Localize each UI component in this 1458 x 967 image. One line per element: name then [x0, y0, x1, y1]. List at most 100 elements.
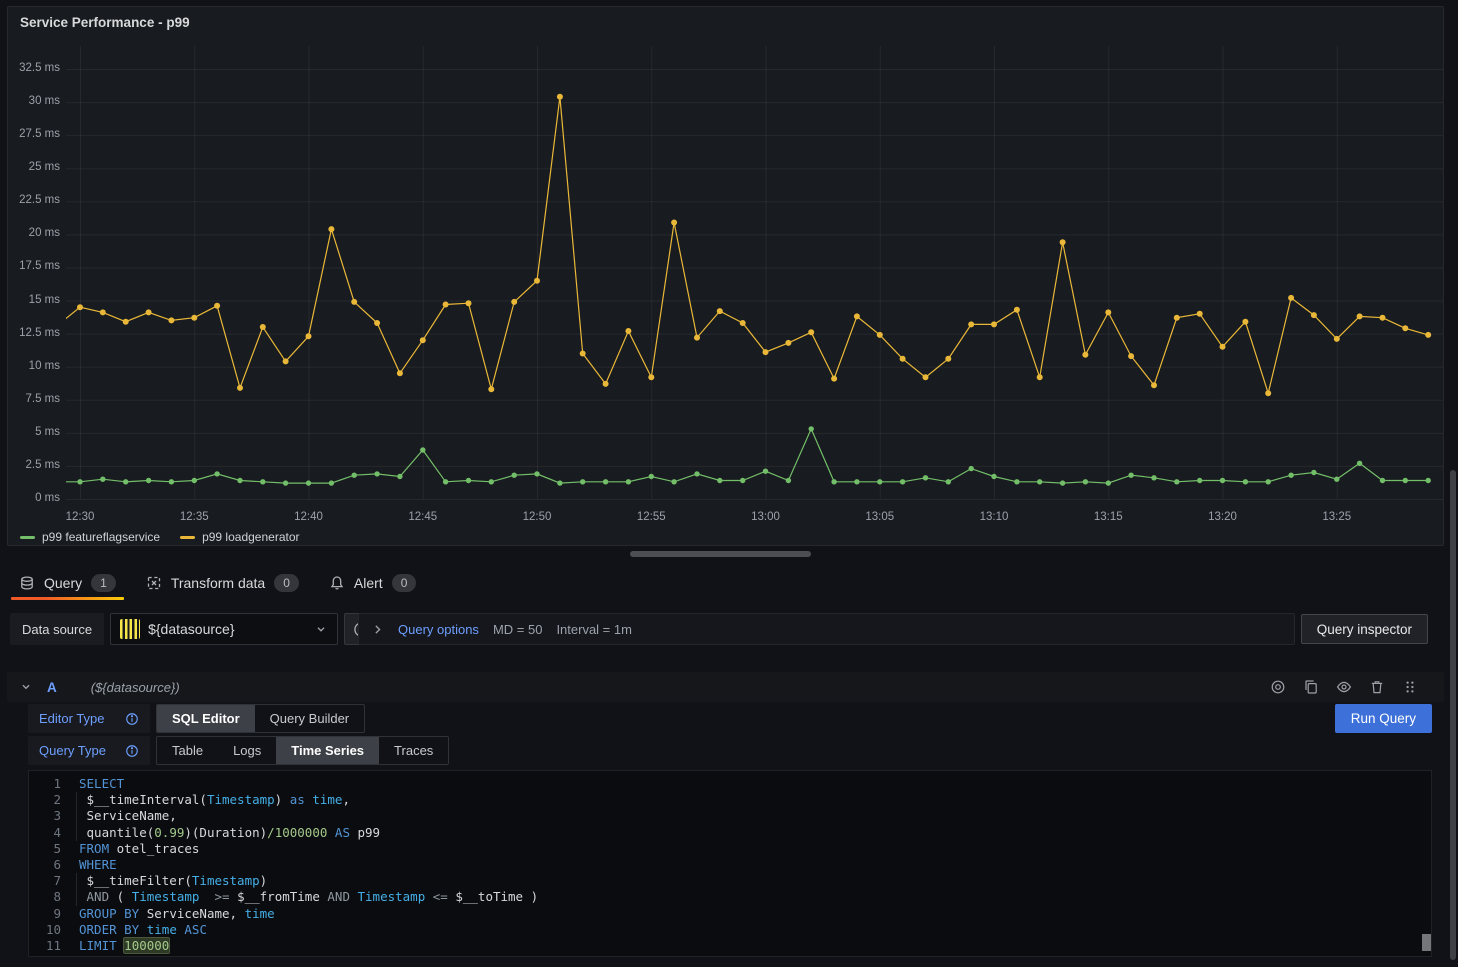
sql-code: 1SELECT2 $__timeInterval(Timestamp) as t…	[29, 776, 1431, 954]
y-axis-label: 32.5 ms	[8, 62, 60, 74]
editor-type-label: Editor Type	[39, 711, 105, 726]
tab-query[interactable]: Query 1	[9, 566, 126, 600]
y-axis-label: 20 ms	[8, 227, 60, 239]
line-number: 2	[29, 792, 79, 808]
target-icon[interactable]	[1270, 679, 1286, 695]
line-number: 8	[29, 889, 79, 905]
query-actions	[1270, 679, 1418, 695]
y-axis-label: 7.5 ms	[8, 393, 60, 405]
x-axis-label: 13:10	[962, 511, 1026, 523]
line-number: 7	[29, 873, 79, 889]
trash-icon[interactable]	[1369, 679, 1385, 695]
copy-icon[interactable]	[1303, 679, 1319, 695]
y-axis-label: 10 ms	[8, 360, 60, 372]
sql-line: 1SELECT	[29, 776, 1431, 792]
sql-code-editor[interactable]: 1SELECT2 $__timeInterval(Timestamp) as t…	[28, 770, 1432, 957]
chart-svg	[8, 7, 1443, 519]
datasource-row: Data source ${datasource}	[10, 613, 378, 645]
chart-plot: 0 ms2.5 ms5 ms7.5 ms10 ms12.5 ms15 ms17.…	[8, 7, 1443, 545]
editor-type-query-builder[interactable]: Query Builder	[255, 705, 364, 732]
series-0	[54, 426, 1431, 486]
x-axis-label: 12:40	[277, 511, 341, 523]
y-axis-label: 25 ms	[8, 161, 60, 173]
max-data-points: MD = 50	[493, 622, 543, 637]
eye-icon[interactable]	[1336, 679, 1352, 695]
y-axis-label: 12.5 ms	[8, 327, 60, 339]
y-axis-label: 17.5 ms	[8, 260, 60, 272]
legend-label: p99 featureflagservice	[42, 530, 160, 544]
x-axis-label: 13:05	[848, 511, 912, 523]
editor-type-toggle: SQL Editor Query Builder	[156, 704, 365, 733]
query-row-header[interactable]: A (${datasource})	[7, 672, 1444, 702]
sql-line: 7 $__timeFilter(Timestamp)	[29, 873, 1431, 889]
y-axis-label: 27.5 ms	[8, 128, 60, 140]
query-type-label: Query Type	[39, 743, 106, 758]
legend-item-loadgenerator[interactable]: p99 loadgenerator	[180, 530, 299, 544]
query-datasource-hint: (${datasource})	[91, 680, 180, 695]
run-query-button[interactable]: Run Query	[1335, 704, 1432, 733]
line-number: 6	[29, 857, 79, 873]
datasource-picker[interactable]: ${datasource}	[110, 613, 338, 645]
tab-badge: 0	[392, 574, 417, 592]
sql-line: 8 AND ( Timestamp >= $__fromTime AND Tim…	[29, 889, 1431, 905]
line-number: 4	[29, 825, 79, 841]
line-number: 11	[29, 938, 79, 954]
panel-title[interactable]: Service Performance - p99	[20, 15, 190, 30]
legend-item-featureflagservice[interactable]: p99 featureflagservice	[20, 530, 160, 544]
drag-handle-icon[interactable]	[1402, 679, 1418, 695]
transform-icon	[146, 575, 162, 591]
line-number: 9	[29, 906, 79, 922]
sql-line: 2 $__timeInterval(Timestamp) as time,	[29, 792, 1431, 808]
active-tab-underline	[11, 597, 124, 600]
sql-line: 3 ServiceName,	[29, 808, 1431, 824]
editor-type-label-chip: Editor Type	[28, 704, 150, 733]
query-type-row: Query Type Table Logs Time Series Traces	[28, 736, 449, 765]
y-axis-label: 0 ms	[8, 492, 60, 504]
tab-label: Query	[44, 575, 82, 591]
indent-guide	[76, 873, 77, 906]
legend-swatch	[20, 536, 35, 539]
tab-label: Alert	[354, 575, 383, 591]
query-type-time-series[interactable]: Time Series	[276, 737, 379, 764]
query-type-label-chip: Query Type	[28, 736, 150, 765]
sql-line: 5FROM otel_traces	[29, 841, 1431, 857]
x-axis-label: 12:30	[48, 511, 112, 523]
editor-type-row: Editor Type SQL Editor Query Builder	[28, 704, 365, 733]
chevron-right-icon	[371, 623, 384, 636]
clickhouse-datasource-icon	[120, 619, 140, 639]
query-type-traces[interactable]: Traces	[379, 737, 448, 764]
y-axis-label: 15 ms	[8, 294, 60, 306]
horizontal-scrollbar[interactable]	[630, 551, 811, 557]
tab-badge: 1	[91, 574, 116, 592]
chart-legend: p99 featureflagservice p99 loadgenerator	[20, 530, 300, 544]
line-number: 1	[29, 776, 79, 792]
legend-label: p99 loadgenerator	[202, 530, 299, 544]
chevron-down-icon	[314, 622, 328, 636]
tab-alert[interactable]: Alert 0	[319, 566, 426, 600]
line-number: 10	[29, 922, 79, 938]
vertical-scrollbar[interactable]	[1450, 470, 1456, 960]
query-ref-id: A	[47, 680, 57, 695]
editor-scrollbar-thumb[interactable]	[1422, 934, 1432, 951]
x-axis-label: 13:00	[734, 511, 798, 523]
query-options-bar[interactable]: Query options MD = 50 Interval = 1m	[358, 613, 1295, 645]
tab-transform-data[interactable]: Transform data 0	[136, 566, 309, 600]
query-inspector-button[interactable]: Query inspector	[1301, 614, 1428, 644]
info-icon[interactable]	[125, 712, 139, 726]
x-axis-label: 13:15	[1076, 511, 1140, 523]
sql-line: 11LIMIT 100000	[29, 938, 1431, 954]
collapse-chevron-icon[interactable]	[19, 680, 33, 694]
sql-line: 10ORDER BY time ASC	[29, 922, 1431, 938]
bell-icon	[329, 575, 345, 591]
info-icon[interactable]	[125, 744, 139, 758]
query-type-logs[interactable]: Logs	[218, 737, 276, 764]
editor-type-sql-editor[interactable]: SQL Editor	[157, 705, 255, 732]
line-number: 3	[29, 808, 79, 824]
x-axis-label: 13:25	[1305, 511, 1369, 523]
query-type-table[interactable]: Table	[157, 737, 218, 764]
x-axis-label: 12:50	[505, 511, 569, 523]
x-axis-label: 13:20	[1191, 511, 1255, 523]
x-axis-label: 12:45	[391, 511, 455, 523]
y-axis-label: 22.5 ms	[8, 194, 60, 206]
query-options-link[interactable]: Query options	[398, 622, 479, 637]
